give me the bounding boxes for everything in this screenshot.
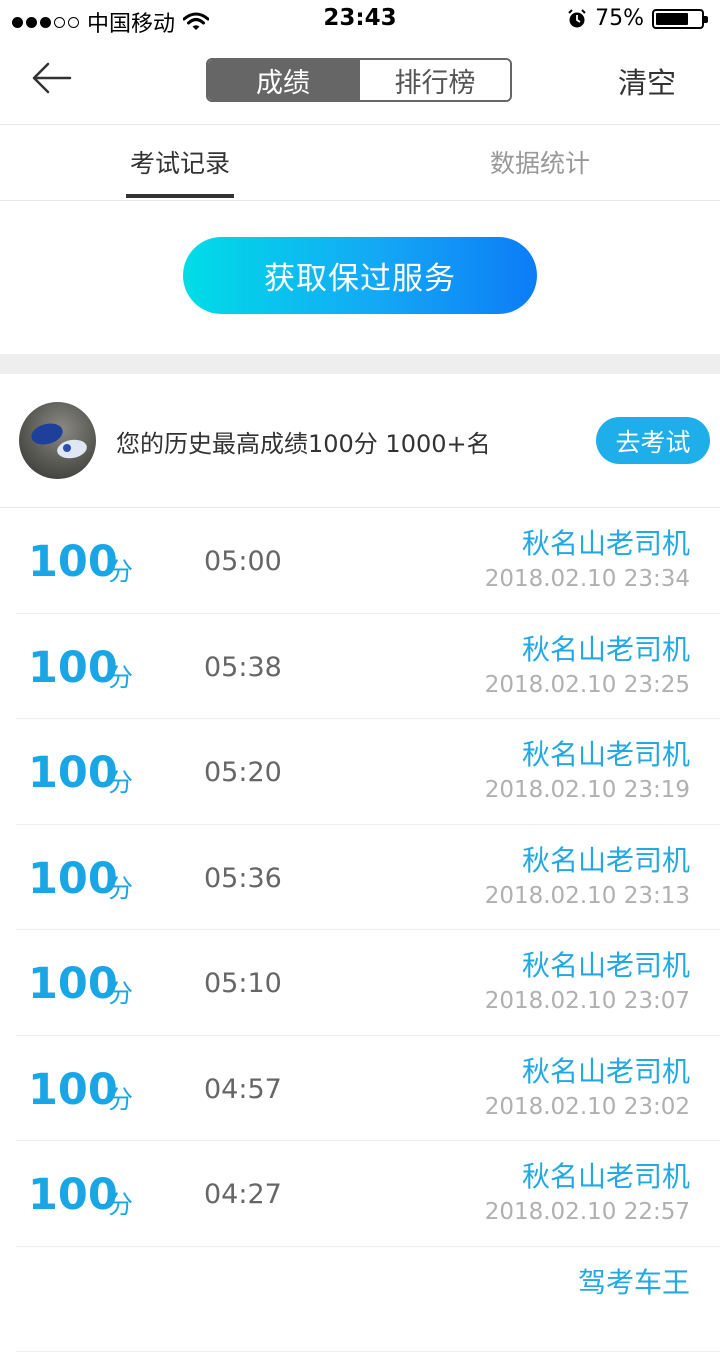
record-row[interactable]: 驾考车王 <box>0 1247 720 1352</box>
avatar[interactable] <box>19 402 96 479</box>
avatar-fish-shape <box>56 438 89 461</box>
record-score-unit: 分 <box>108 1185 133 1221</box>
segment-score[interactable]: 成绩 <box>208 60 358 100</box>
record-date: 2018.02.10 23:02 <box>485 1094 690 1120</box>
record-score-unit: 分 <box>108 974 133 1010</box>
battery-percent: 75% <box>595 6 644 31</box>
record-date: 2018.02.10 23:34 <box>485 566 690 592</box>
record-row[interactable]: 100分 05:20 秋名山老司机 2018.02.10 23:19 <box>0 719 720 825</box>
status-right: 75% <box>567 6 704 31</box>
record-duration: 04:27 <box>204 1179 282 1210</box>
record-user-name: 秋名山老司机 <box>522 628 690 668</box>
segmented-control: 成绩 排行榜 <box>206 58 512 102</box>
record-row[interactable]: 100分 05:36 秋名山老司机 2018.02.10 23:13 <box>0 825 720 931</box>
record-score: 100 <box>28 644 118 692</box>
best-score-text: 您的历史最高成绩100分 1000+名 <box>116 424 491 459</box>
nav-bar: 成绩 排行榜 清空 <box>0 40 720 125</box>
record-duration: 05:36 <box>204 863 282 894</box>
record-duration: 05:38 <box>204 652 282 683</box>
record-score-unit: 分 <box>108 1080 133 1116</box>
battery-tip <box>704 16 708 23</box>
tab-exam-records[interactable]: 考试记录 <box>110 124 250 200</box>
record-score-unit: 分 <box>108 658 133 694</box>
record-user-name: 秋名山老司机 <box>522 1155 690 1195</box>
record-duration: 05:20 <box>204 757 282 788</box>
record-score: 100 <box>28 960 118 1008</box>
record-row[interactable]: 100分 04:27 秋名山老司机 2018.02.10 22:57 <box>0 1141 720 1247</box>
record-score: 100 <box>28 538 118 586</box>
record-date: 2018.02.10 23:19 <box>485 777 690 803</box>
battery-icon <box>652 9 704 29</box>
active-tab-indicator <box>126 194 234 198</box>
record-user-name: 秋名山老司机 <box>522 944 690 984</box>
back-arrow-icon[interactable] <box>28 58 78 98</box>
record-date: 2018.02.10 23:25 <box>485 672 690 698</box>
record-date: 2018.02.10 23:13 <box>485 883 690 909</box>
record-score: 100 <box>28 1171 118 1219</box>
section-divider <box>0 354 720 374</box>
record-score-unit: 分 <box>108 869 133 905</box>
record-date: 2018.02.10 23:07 <box>485 988 690 1014</box>
alarm-icon <box>567 9 587 29</box>
record-duration: 05:00 <box>204 546 282 577</box>
record-date: 2018.02.10 22:57 <box>485 1199 690 1225</box>
clear-button[interactable]: 清空 <box>618 60 676 102</box>
record-row[interactable]: 100分 05:10 秋名山老司机 2018.02.10 23:07 <box>0 930 720 1036</box>
record-user-name: 秋名山老司机 <box>522 733 690 773</box>
segment-ranking[interactable]: 排行榜 <box>358 60 510 100</box>
best-score-panel: 您的历史最高成绩100分 1000+名 去考试 <box>0 374 720 508</box>
record-score: 100 <box>28 749 118 797</box>
record-score: 100 <box>28 1066 118 1114</box>
record-row[interactable]: 100分 05:38 秋名山老司机 2018.02.10 23:25 <box>0 614 720 720</box>
tab-statistics[interactable]: 数据统计 <box>470 124 610 200</box>
go-exam-button[interactable]: 去考试 <box>596 417 710 464</box>
avatar-fish-shape <box>63 444 71 452</box>
record-row[interactable]: 100分 05:00 秋名山老司机 2018.02.10 23:34 <box>0 508 720 614</box>
exam-records-list: 100分05:00秋名山老司机2018.02.10 23:34100分05:38… <box>0 508 720 1352</box>
battery-level <box>656 13 688 25</box>
status-bar: 中国移动 23:43 75% <box>0 0 720 40</box>
record-duration: 05:10 <box>204 968 282 999</box>
record-user-name: 秋名山老司机 <box>522 839 690 879</box>
record-duration: 04:57 <box>204 1074 282 1105</box>
record-score: 100 <box>28 855 118 903</box>
record-row[interactable]: 100分 04:57 秋名山老司机 2018.02.10 23:02 <box>0 1036 720 1142</box>
get-pass-service-button[interactable]: 获取保过服务 <box>183 237 537 314</box>
record-score-unit: 分 <box>108 552 133 588</box>
record-user-name: 秋名山老司机 <box>522 1050 690 1090</box>
record-user-name: 驾考车王 <box>578 1261 690 1301</box>
record-score-unit: 分 <box>108 763 133 799</box>
tab-bar: 考试记录 数据统计 <box>0 124 720 201</box>
record-user-name: 秋名山老司机 <box>522 522 690 562</box>
